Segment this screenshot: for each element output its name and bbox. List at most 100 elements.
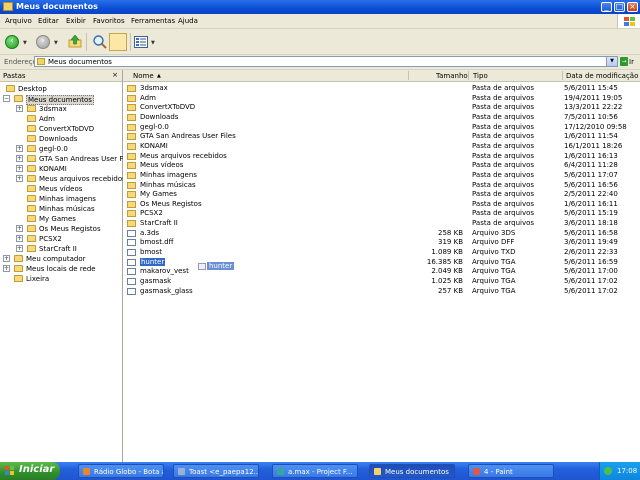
menu-arquivo[interactable]: Arquivo — [5, 17, 32, 25]
folder-icon — [14, 255, 23, 262]
expand-icon[interactable]: + — [16, 105, 23, 112]
file-row[interactable]: Minhas imagens Pasta de arquivos 5/6/2011 … — [123, 171, 640, 180]
file-date: 5/6/2011 17:00 — [564, 267, 618, 276]
file-row[interactable]: Adm Pasta de arquivos 19/4/2011 19:05 — [123, 94, 640, 103]
taskbar-button[interactable]: Rádio Globo - Bota a... — [78, 464, 164, 478]
column-name-header[interactable]: Nome — [133, 72, 154, 80]
column-type-header[interactable]: Tipo — [473, 72, 488, 80]
file-name: Downloads — [140, 112, 179, 121]
forward-dropdown-icon[interactable]: ▼ — [54, 40, 58, 46]
clock: 17:08 — [617, 467, 638, 475]
views-dropdown-icon[interactable]: ▼ — [151, 40, 155, 46]
folder-icon — [14, 265, 23, 272]
tree-item-label: Desktop — [18, 85, 47, 93]
tree-item-label: Meus arquivos recebidos — [39, 175, 126, 183]
expand-icon[interactable]: + — [16, 245, 23, 252]
taskbar-button[interactable]: 4 - Paint — [468, 464, 554, 478]
folder-up-icon[interactable] — [68, 35, 82, 48]
file-row[interactable]: gasmask 1.025 KB Arquivo TGA 5/6/2011 17:02 — [123, 277, 640, 286]
file-row[interactable]: My Games Pasta de arquivos 2/5/2011 22:40 — [123, 190, 640, 199]
file-row[interactable]: Os Meus Registos Pasta de arquivos 1/6/201… — [123, 200, 640, 209]
expand-icon[interactable]: + — [16, 165, 23, 172]
column-date-header[interactable]: Data de modificação — [566, 72, 638, 80]
file-name: PCSX2 — [140, 209, 163, 218]
folder-icon — [27, 165, 36, 172]
folder-icon — [3, 2, 13, 11]
taskbar-button[interactable]: Toast <e_paepa12... — [173, 464, 259, 478]
file-name: Adm — [140, 93, 156, 102]
file-date: 6/4/2011 11:28 — [564, 161, 618, 170]
taskbar-button[interactable]: a.max - Project F... — [272, 464, 358, 478]
menu-favoritos[interactable]: Favoritos — [93, 17, 125, 25]
menu-ferramentas[interactable]: Ferramentas — [131, 17, 175, 25]
expand-icon[interactable]: + — [16, 145, 23, 152]
file-date: 5/6/2011 17:02 — [564, 277, 618, 285]
file-row[interactable]: KONAMI Pasta de arquivos 16/1/2011 18:26 — [123, 142, 640, 151]
menu-exibir[interactable]: Exibir — [66, 17, 86, 25]
menu-ajuda[interactable]: Ajuda — [178, 17, 198, 25]
file-date: 1/6/2011 11:54 — [564, 132, 618, 141]
file-name: gasmask — [140, 277, 172, 285]
address-dropdown-icon[interactable]: ▼ — [606, 57, 617, 66]
file-name: Minhas músicas — [140, 180, 196, 189]
close-button[interactable]: × — [627, 2, 638, 12]
file-name: makarov_vest — [140, 267, 189, 276]
collapse-icon[interactable]: − — [3, 95, 10, 102]
file-row[interactable]: gegl-0.0 Pasta de arquivos 17/12/2010 09:5… — [123, 123, 640, 132]
back-dropdown-icon[interactable]: ▼ — [23, 40, 27, 46]
expand-icon[interactable]: + — [16, 235, 23, 242]
minimize-button[interactable]: _ — [601, 2, 612, 12]
close-icon[interactable]: × — [112, 71, 118, 79]
file-row[interactable]: Minhas músicas Pasta de arquivos 5/6/2011 … — [123, 181, 640, 190]
file-row[interactable]: gasmask_glass 257 KB Arquivo TGA 5/6/2011 1… — [123, 287, 640, 296]
file-row[interactable]: bmost.dff 319 KB Arquivo DFF 3/6/2011 19:49 — [123, 238, 640, 247]
expand-icon[interactable]: + — [3, 255, 10, 262]
address-input[interactable]: Meus documentos ▼ — [34, 56, 618, 67]
file-date: 1/6/2011 16:13 — [564, 151, 618, 160]
expand-icon[interactable]: + — [16, 175, 23, 182]
app-icon — [83, 468, 90, 475]
folder-icon — [127, 152, 136, 160]
file-row[interactable]: Meus vídeos Pasta de arquivos 6/4/2011 11:… — [123, 161, 640, 170]
file-row[interactable]: Meus arquivos recebidos Pasta de arquivos… — [123, 152, 640, 161]
title-bar[interactable]: Meus documentos _ □ × — [0, 0, 640, 14]
file-date: 2/6/2011 22:33 — [564, 248, 618, 257]
file-row[interactable]: a.3ds 258 KB Arquivo 3DS 5/6/2011 16:58 — [123, 229, 640, 238]
expand-icon[interactable]: + — [3, 265, 10, 272]
taskbar-button[interactable]: Meus documentos — [369, 464, 455, 478]
selected-file-name: hunter — [140, 257, 166, 266]
back-arrow-icon[interactable]: ‹ — [5, 35, 19, 49]
search-icon[interactable] — [91, 33, 109, 51]
file-type: Pasta de arquivos — [472, 93, 535, 102]
file-row[interactable]: ConvertXToDVD Pasta de arquivos 13/3/2011 … — [123, 103, 640, 112]
file-row[interactable]: GTA San Andreas User Files Pasta de arqui… — [123, 132, 640, 141]
file-row[interactable]: StarCraft II Pasta de arquivos 3/6/2011 18… — [123, 219, 640, 228]
file-date: 19/4/2011 19:05 — [564, 93, 623, 102]
file-row[interactable]: Downloads Pasta de arquivos 7/5/2011 10:56 — [123, 113, 640, 122]
go-arrow-icon[interactable]: → — [620, 57, 628, 66]
column-divider[interactable] — [468, 71, 469, 80]
expand-icon[interactable]: + — [16, 225, 23, 232]
go-button[interactable]: Ir — [629, 58, 634, 66]
file-type: Arquivo TGA — [472, 286, 516, 295]
tree-item-label: ConvertXToDVD — [39, 125, 95, 133]
column-divider[interactable] — [562, 71, 563, 80]
file-row[interactable]: PCSX2 Pasta de arquivos 5/6/2011 15:19 — [123, 209, 640, 218]
views-icon[interactable] — [134, 36, 148, 48]
folder-icon — [27, 195, 36, 202]
file-row[interactable]: bmost 1.089 KB Arquivo TXD 2/6/2011 22:33 — [123, 248, 640, 257]
file-date: 5/6/2011 17:02 — [564, 286, 618, 295]
expand-icon[interactable]: + — [16, 155, 23, 162]
file-date: 5/6/2011 16:56 — [564, 180, 618, 189]
start-button[interactable]: Iniciar — [0, 462, 60, 480]
file-row[interactable]: 3dsmax Pasta de arquivos 5/6/2011 15:45 — [123, 84, 640, 93]
tree-item-label: Os Meus Registos — [39, 225, 101, 233]
tray-status-icon[interactable] — [604, 467, 612, 475]
column-divider[interactable] — [408, 71, 409, 80]
folders-icon[interactable] — [109, 33, 127, 51]
forward-arrow-icon[interactable]: › — [36, 35, 50, 49]
maximize-button[interactable]: □ — [614, 2, 625, 12]
toolbar-separator — [86, 33, 87, 51]
menu-editar[interactable]: Editar — [38, 17, 59, 25]
column-size-header[interactable]: Tamanho — [436, 72, 468, 80]
